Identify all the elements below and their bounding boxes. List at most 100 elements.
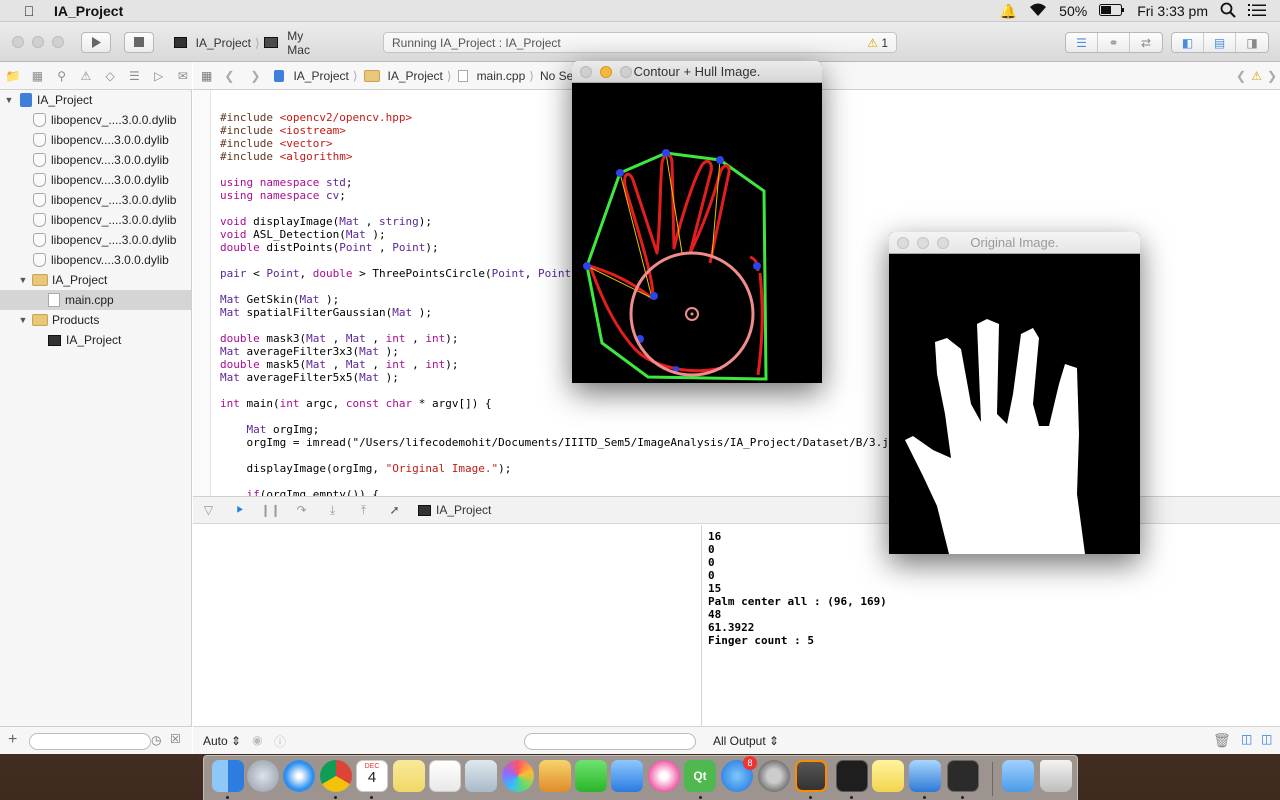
step-out-icon[interactable]: ⤒: [348, 503, 379, 518]
preview-icon[interactable]: [465, 760, 497, 792]
breadcrumb-file[interactable]: main.cpp: [457, 69, 525, 83]
variables-view[interactable]: [193, 525, 702, 726]
step-over-icon[interactable]: ↷: [286, 503, 317, 517]
tree-row-library[interactable]: libopencv....3.0.0.dylib: [0, 170, 191, 190]
breakpoints-toggle-icon[interactable]: ⯈: [224, 503, 255, 518]
photos-icon[interactable]: [502, 760, 534, 792]
variables-scope-select[interactable]: Auto ⇕: [203, 734, 241, 748]
tree-row-product[interactable]: IA_Project: [0, 330, 191, 350]
trash-icon[interactable]: 🗑: [1213, 732, 1231, 749]
code-line[interactable]: [220, 475, 889, 488]
window-zoom-button[interactable]: [620, 66, 632, 78]
disclosure-triangle-icon[interactable]: ▼: [4, 95, 14, 105]
previous-issue-icon[interactable]: ❮: [1236, 69, 1246, 83]
recent-files-icon[interactable]: ◷: [151, 733, 161, 747]
tree-row-library[interactable]: libopencv....3.0.0.dylib: [0, 150, 191, 170]
trash-icon[interactable]: [1040, 760, 1072, 792]
tree-row-group[interactable]: ▼ IA_Project: [0, 270, 191, 290]
contour-hull-window[interactable]: Contour + Hull Image.: [572, 61, 822, 383]
app-menu-title[interactable]: IA_Project: [54, 3, 123, 19]
app-store-icon[interactable]: 8: [721, 756, 757, 792]
window-zoom-button[interactable]: [52, 36, 64, 48]
step-into-icon[interactable]: ⤓: [317, 503, 348, 518]
standard-editor-icon[interactable]: ☰: [1066, 33, 1098, 52]
editor-gutter[interactable]: [193, 90, 211, 496]
notification-bell-icon[interactable]: 🔔: [1000, 3, 1017, 20]
window-close-button[interactable]: [897, 237, 909, 249]
window-zoom-button[interactable]: [937, 237, 949, 249]
console-output[interactable]: 16 0 0 0 15 Palm center all : (96, 169) 48 61.3…: [703, 525, 1280, 726]
calendar-icon[interactable]: DEC 4: [356, 760, 388, 792]
disclosure-triangle-icon[interactable]: ▼: [18, 315, 28, 325]
safari-icon[interactable]: [283, 760, 315, 792]
test-navigator-icon[interactable]: ◇: [101, 68, 119, 84]
facetime-icon[interactable]: [575, 760, 607, 792]
reminders-icon[interactable]: [429, 760, 461, 792]
related-items-icon[interactable]: ▦: [201, 69, 212, 83]
launchpad-icon[interactable]: [247, 760, 279, 792]
itunes-icon[interactable]: [648, 760, 680, 792]
forward-arrow-icon[interactable]: ❯: [250, 69, 260, 83]
chrome-icon[interactable]: [320, 760, 352, 792]
split-left-icon[interactable]: ◫: [1241, 732, 1252, 746]
downloads-folder-icon[interactable]: [1002, 760, 1034, 792]
qt-creator-icon[interactable]: Qt: [684, 760, 716, 792]
tree-row-project[interactable]: ▼ IA_Project: [0, 90, 191, 110]
stickies-icon[interactable]: [872, 760, 904, 792]
quick-look-icon[interactable]: ◉: [252, 733, 262, 747]
disclosure-triangle-icon[interactable]: ▼: [18, 275, 28, 285]
find-navigator-icon[interactable]: ⚲: [53, 68, 71, 84]
breadcrumb-project[interactable]: IA_Project: [274, 69, 349, 83]
code-line[interactable]: Mat orgImg;: [220, 423, 889, 436]
code-line[interactable]: if(orgImg.empty()) {: [220, 488, 889, 496]
scheme-selector[interactable]: IA_Project ⟩ My Mac: [170, 29, 328, 57]
scm-filter-icon[interactable]: ☒: [170, 732, 181, 746]
tree-row-products[interactable]: ▼ Products: [0, 310, 191, 330]
window-close-button[interactable]: [12, 36, 24, 48]
info-icon[interactable]: ⓘ: [274, 733, 286, 750]
tree-row-library[interactable]: libopencv....3.0.0.dylib: [0, 250, 191, 270]
code-line[interactable]: [220, 384, 889, 397]
battery-percent[interactable]: 50%: [1059, 3, 1087, 19]
tree-row-file-selected[interactable]: main.cpp: [0, 290, 191, 310]
finder-icon[interactable]: [212, 760, 244, 792]
navigator-filter-field[interactable]: [29, 733, 151, 750]
warning-icon[interactable]: ⚠: [1251, 69, 1262, 83]
original-window-titlebar[interactable]: Original Image.: [889, 232, 1140, 254]
system-preferences-icon[interactable]: [758, 760, 790, 792]
battery-icon[interactable]: [1099, 3, 1125, 19]
window-minimize-button[interactable]: [600, 66, 612, 78]
split-right-icon[interactable]: ◫: [1261, 732, 1272, 746]
window-close-button[interactable]: [580, 66, 592, 78]
code-line[interactable]: displayImage(orgImg, "Original Image.");: [220, 462, 889, 475]
back-arrow-icon[interactable]: ❮: [224, 69, 234, 83]
debug-navigator-icon[interactable]: ☰: [125, 68, 143, 84]
notification-center-icon[interactable]: [1248, 3, 1266, 20]
sublime-text-icon[interactable]: [795, 760, 827, 792]
spotlight-search-icon[interactable]: [1220, 2, 1236, 21]
original-image-window[interactable]: Original Image.: [889, 232, 1140, 554]
clock[interactable]: Fri 3:33 pm: [1137, 3, 1208, 19]
contour-window-titlebar[interactable]: Contour + Hull Image.: [572, 61, 822, 83]
version-editor-icon[interactable]: ⇄: [1130, 33, 1162, 52]
wifi-icon[interactable]: [1029, 3, 1047, 20]
symbol-navigator-icon[interactable]: ▦: [28, 68, 46, 84]
tree-row-library[interactable]: libopencv_....3.0.0.dylib: [0, 190, 191, 210]
run-button[interactable]: [81, 32, 111, 53]
breadcrumb-group[interactable]: IA_Project: [363, 69, 443, 83]
apple-menu-icon[interactable]: : [20, 3, 38, 19]
project-navigator-icon[interactable]: 📁: [4, 68, 22, 84]
stop-button[interactable]: [124, 32, 154, 53]
variables-filter-field[interactable]: [524, 733, 696, 750]
window-minimize-button[interactable]: [32, 36, 44, 48]
code-line[interactable]: orgImg = imread("/Users/lifecodemohit/Do…: [220, 436, 888, 449]
keynote-icon[interactable]: [611, 760, 643, 792]
window-minimize-button[interactable]: [917, 237, 929, 249]
hide-debug-area-icon[interactable]: ▽: [193, 503, 224, 517]
next-issue-icon[interactable]: ❯: [1267, 69, 1277, 83]
xcode-icon[interactable]: [909, 760, 941, 792]
warning-indicator[interactable]: ⚠ 1: [867, 36, 888, 50]
breakpoint-navigator-icon[interactable]: ▷: [150, 68, 168, 84]
output-select[interactable]: All Output ⇕: [713, 734, 779, 748]
report-navigator-icon[interactable]: ✉: [174, 68, 192, 84]
